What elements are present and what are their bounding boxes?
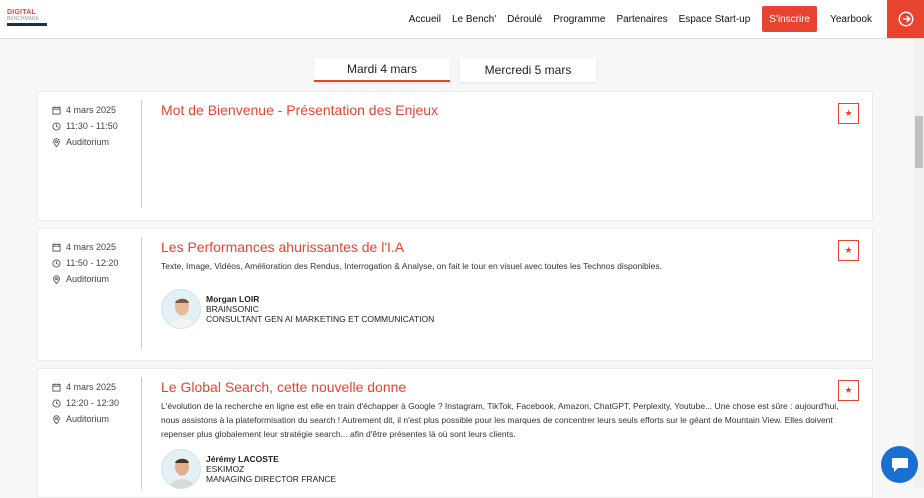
session-divider [141,237,142,349]
session-meta: 4 mars 2025 12:20 - 12:30 Auditorium [52,379,119,427]
top-header: DIGITAL BENCHMARK Accueil Le Bench' Déro… [0,0,924,39]
main-nav: Accueil Le Bench' Déroulé Programme Part… [398,0,872,38]
nav-item-accueil[interactable]: Accueil [409,14,441,25]
favorite-star-icon[interactable]: ★ [838,380,859,401]
speaker-info: Morgan LOIR BRAINSONIC CONSULTANT GEN AI… [206,294,434,324]
session-date: 4 mars 2025 [66,382,117,392]
session-card: 4 mars 2025 11:50 - 12:20 Auditorium Les… [37,228,873,361]
session-room: Auditorium [66,414,110,424]
speaker[interactable]: Morgan LOIR BRAINSONIC CONSULTANT GEN AI… [161,289,856,329]
session-date: 4 mars 2025 [66,242,117,252]
tab-mardi[interactable]: Mardi 4 mars [314,58,450,82]
location-pin-icon [53,274,60,284]
session-meta: 4 mars 2025 11:50 - 12:20 Auditorium [52,239,118,287]
session-time: 12:20 - 12:30 [66,398,120,408]
logo-text-line1: DIGITAL [7,9,36,16]
location-pin-icon [53,137,60,147]
session-card: 4 mars 2025 12:20 - 12:30 Auditorium Le … [37,368,873,498]
calendar-icon [52,382,61,392]
login-button[interactable] [887,0,924,38]
chat-bubble-icon [891,457,908,472]
nav-item-espace-startup[interactable]: Espace Start-up [679,14,751,25]
digital-benchmark-logo[interactable]: DIGITAL BENCHMARK [7,9,47,29]
favorite-star-icon[interactable]: ★ [838,103,859,124]
nav-item-programme[interactable]: Programme [553,14,605,25]
clock-icon [52,398,61,408]
session-divider [141,377,142,489]
nav-item-le-bench[interactable]: Le Bench' [452,14,496,25]
speaker-name: Jérémy LACOSTE [206,454,279,464]
login-arrow-icon [898,11,913,27]
scrollbar-thumb[interactable] [915,116,923,168]
session-divider [141,100,142,208]
speaker[interactable]: Jérémy LACOSTE ESKIMOZ MANAGING DIRECTOR… [161,449,856,489]
location-pin-icon [53,414,60,424]
session-meta: 4 mars 2025 11:30 - 11:50 Auditorium [52,102,118,150]
speaker-company: ESKIMOZ [206,464,245,474]
clock-icon [52,121,61,131]
speaker-avatar [161,449,201,489]
nav-item-yearbook[interactable]: Yearbook [830,14,872,25]
day-tabs: Mardi 4 mars Mercredi 5 mars [314,58,596,82]
session-date: 4 mars 2025 [66,105,117,115]
session-content: Les Performances ahurissantes de l'I.A T… [161,239,856,329]
page-scrollbar[interactable] [914,39,924,488]
session-room: Auditorium [66,274,110,284]
speaker-name: Morgan LOIR [206,294,260,304]
clock-icon [52,258,61,268]
session-title[interactable]: Le Global Search, cette nouvelle donne [161,379,856,396]
calendar-icon [52,242,61,252]
favorite-star-icon[interactable]: ★ [838,240,859,261]
tab-mercredi[interactable]: Mercredi 5 mars [460,58,596,82]
session-title[interactable]: Les Performances ahurissantes de l'I.A [161,239,856,256]
session-time: 11:30 - 11:50 [66,121,118,131]
speaker-role: MANAGING DIRECTOR FRANCE [206,474,337,484]
session-card: 4 mars 2025 11:30 - 11:50 Auditorium Mot… [37,91,873,221]
speaker-avatar [161,289,201,329]
chat-button[interactable] [881,446,918,483]
calendar-icon [52,105,61,115]
session-description: L'évolution de la recherche en ligne est… [161,401,839,439]
session-title[interactable]: Mot de Bienvenue - Présentation des Enje… [161,102,856,119]
session-content: Le Global Search, cette nouvelle donne L… [161,379,856,489]
logo-text-line2: BENCHMARK [7,16,39,22]
register-button[interactable]: S'inscrire [762,6,818,32]
session-description: Texte, Image, Vidéos, Amélioration des R… [161,261,663,271]
session-content: Mot de Bienvenue - Présentation des Enje… [161,102,856,119]
speaker-info: Jérémy LACOSTE ESKIMOZ MANAGING DIRECTOR… [206,454,336,484]
speaker-role: CONSULTANT GEN AI MARKETING ET COMMUNICA… [206,314,435,324]
logo-bar [7,23,47,26]
session-room: Auditorium [66,137,110,147]
nav-item-deroule[interactable]: Déroulé [507,14,542,25]
session-time: 11:50 - 12:20 [66,258,119,268]
nav-item-partenaires[interactable]: Partenaires [616,14,667,25]
speaker-company: BRAINSONIC [206,304,259,314]
